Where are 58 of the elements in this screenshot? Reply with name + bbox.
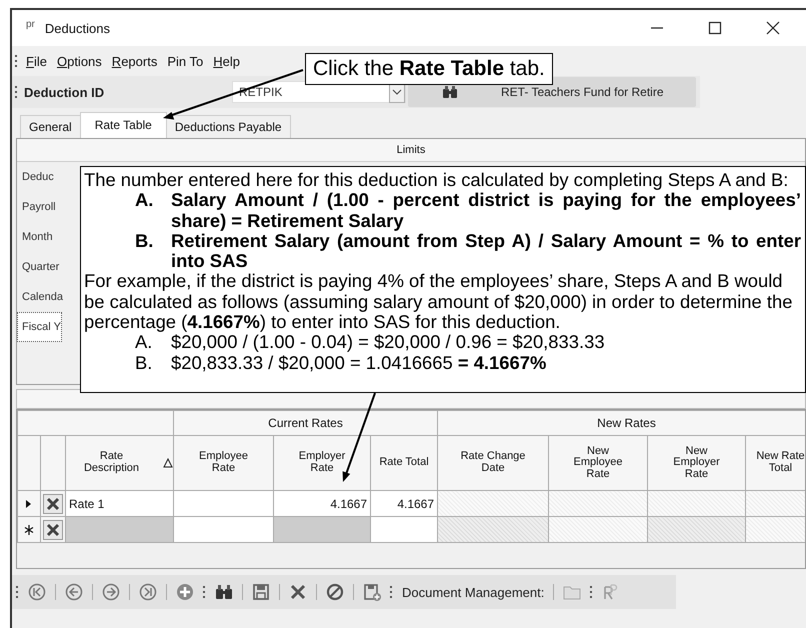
close-icon[interactable] [766, 21, 780, 35]
table-cell: 4.1667 [397, 496, 434, 510]
tab[interactable]: Rate Table [80, 112, 167, 138]
table-cell: Rate 1 [69, 496, 104, 510]
grip-icon [390, 585, 393, 599]
tab[interactable]: Deductions Payable [166, 115, 291, 138]
step-text: Retirement Salary (amount from Step A) / Salary Amount = % to enter into SAS [171, 230, 801, 272]
delete-row-button[interactable] [43, 494, 63, 514]
app-icon: pr [26, 18, 35, 30]
menu-item[interactable]: Help [211, 54, 242, 68]
previous-record-icon[interactable] [65, 583, 83, 601]
column-group-header: New Rates [438, 410, 805, 436]
row-label: Quarter [21, 260, 60, 275]
row-label: Payroll [21, 200, 57, 215]
row-label: Deduc [21, 170, 55, 185]
note-text: For example, if the district is paying 4% of the employees’ share, Steps A and B would be calculated as follows (assuming salary amount of $20,000) in order to determine the percentage (4.1667%) to enter into SAS for this deduction. [84, 271, 794, 332]
grip-icon [15, 85, 18, 99]
menu-item[interactable]: File [24, 54, 49, 68]
sort-triangle-icon[interactable] [163, 458, 173, 468]
step-letter: B. [135, 352, 154, 373]
next-record-icon[interactable] [102, 583, 120, 601]
callout-tooltip: Click the Rate Table tab. [305, 53, 553, 85]
toolbar-label: Document Management: [402, 584, 544, 600]
tab[interactable]: General [20, 115, 81, 138]
add-icon[interactable] [176, 583, 194, 601]
first-record-icon[interactable] [28, 583, 46, 601]
last-record-icon[interactable] [139, 583, 157, 601]
field-label: Deduction ID [23, 84, 106, 100]
step-text: Salary Amount / (1.00 - percent district is paying for the employees’ share) = Retirement Salary [171, 190, 801, 231]
row-label: Month [21, 230, 54, 245]
window-title: Deductions [44, 20, 110, 36]
menu-item[interactable]: Reports [110, 54, 160, 68]
cancel-icon[interactable] [326, 583, 344, 601]
calculation-text: $20,000 / (1.00 - 0.04) = $20,000 / 0.96 = $20,833.33 [171, 332, 605, 353]
new-row-asterisk-icon [24, 524, 34, 536]
grip-icon [16, 585, 19, 599]
grip-icon [15, 54, 18, 68]
grip-icon [203, 585, 206, 599]
binoculars-icon[interactable] [215, 583, 233, 601]
menu-item[interactable]: Options [54, 54, 104, 68]
delete-row-button[interactable] [43, 520, 63, 540]
calculation-text: $20,833.33 / $20,000 = 1.0416665 = 4.1667% [171, 352, 546, 373]
section-header: Limits [17, 139, 805, 162]
save-new-icon[interactable] [363, 583, 381, 601]
step-letter: A. [135, 190, 154, 212]
row-label: Calenda [21, 290, 64, 305]
row-label: Fiscal Y [17, 312, 62, 342]
save-icon[interactable] [252, 583, 270, 601]
column-group-header: Current Rates [174, 410, 438, 436]
binoculars-icon [442, 85, 458, 99]
grip-icon [590, 585, 594, 599]
table-cell: 4.1667 [330, 496, 368, 510]
note-text: The number entered here for this deduction is calculated by completing Steps A and B: [84, 170, 790, 190]
delete-icon[interactable] [289, 583, 307, 601]
step-letter: B. [135, 230, 154, 253]
menu-item[interactable]: Pin To [165, 54, 206, 68]
maximize-icon[interactable] [708, 21, 722, 35]
step-letter: A. [135, 332, 152, 353]
